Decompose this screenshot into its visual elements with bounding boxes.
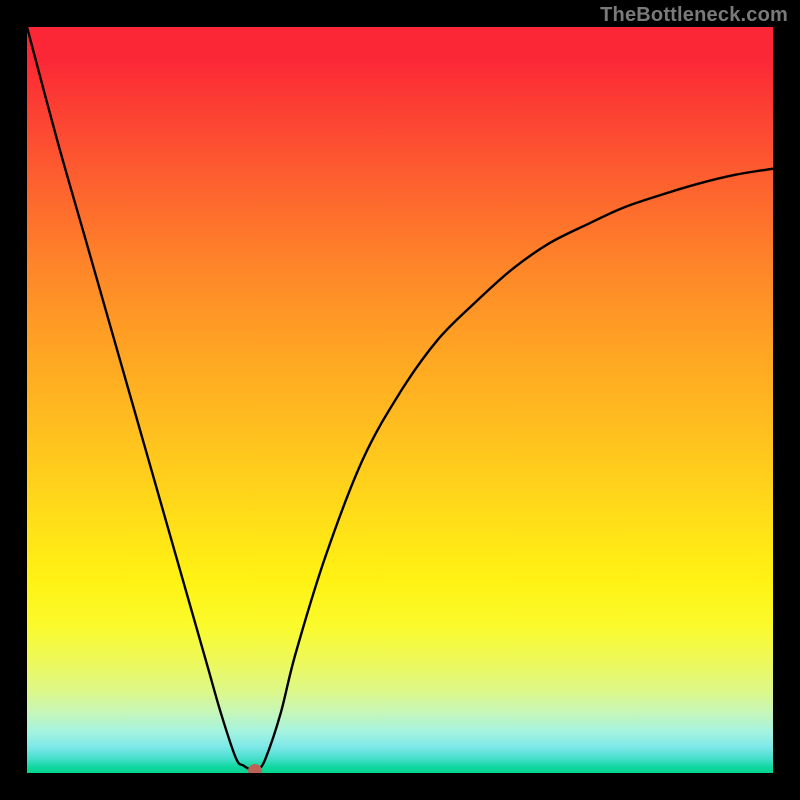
chart-frame: TheBottleneck.com: [0, 0, 800, 800]
bottleneck-curve: [27, 27, 773, 773]
optimal-point-marker: [248, 764, 262, 773]
watermark-text: TheBottleneck.com: [600, 4, 788, 27]
plot-area: [27, 27, 773, 773]
